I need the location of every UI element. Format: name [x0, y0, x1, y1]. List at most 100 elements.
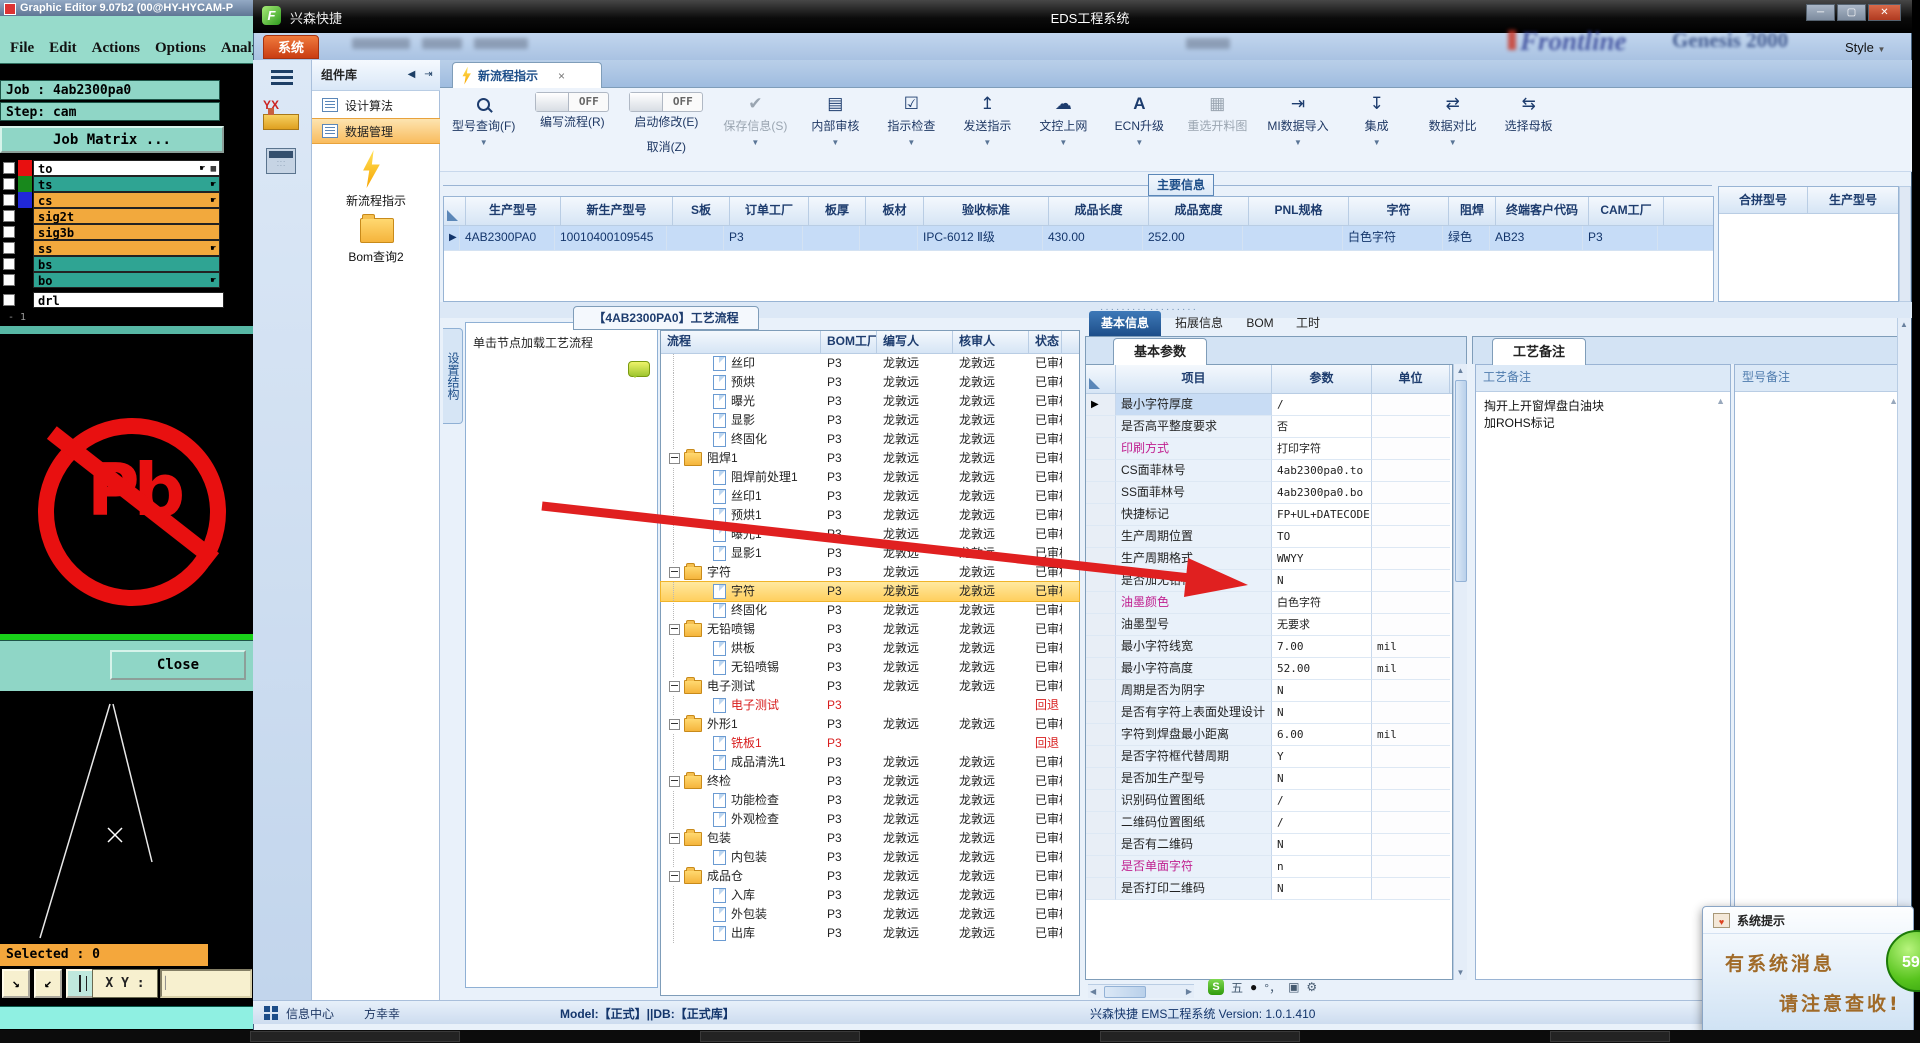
expand-icon[interactable]: [669, 871, 680, 882]
expand-icon[interactable]: [669, 833, 680, 844]
flow-row[interactable]: 出库 P3 龙敦远 龙敦远 已审核: [661, 924, 1079, 943]
toolbar-button-start-edit-toggle[interactable]: OFF 启动修改(E) 取消(Z): [629, 92, 704, 155]
minimize-button[interactable]: ─: [1806, 4, 1835, 21]
param-row[interactable]: 是否高平整度要求否: [1086, 416, 1452, 438]
flow-row[interactable]: 成品仓 P3 龙敦远 龙敦远 已审核: [661, 867, 1079, 886]
param-row[interactable]: 是否加无铅标记 N: [1086, 570, 1452, 592]
params-hscrollbar[interactable]: ◀ ▶: [1088, 984, 1194, 998]
tab-process-notes[interactable]: 工艺备注: [1492, 338, 1586, 365]
column-header[interactable]: 流程: [661, 331, 821, 353]
toolbar-button-select-motherboard[interactable]: ⇆ 选择母板: [1501, 92, 1557, 134]
toolbar-button-mi-data-import[interactable]: ⇥ MI数据导入 ▼: [1267, 92, 1328, 147]
scroll-down-icon[interactable]: ▼: [1454, 966, 1467, 980]
param-row[interactable]: ▶ 最小字符厚度 /: [1086, 394, 1452, 416]
toolbar-button-write-flow-toggle[interactable]: OFF 编写流程(R): [535, 92, 610, 130]
column-header[interactable]: 状态: [1029, 331, 1062, 353]
column-header[interactable]: S板: [673, 197, 730, 225]
toolbar-button-integrate[interactable]: ↧ 集成 ▼: [1349, 92, 1405, 147]
chevron-down-icon[interactable]: ▼: [907, 138, 915, 147]
ime-wubi-label[interactable]: 五: [1231, 979, 1243, 996]
tab-new-flow-instruction[interactable]: 新流程指示 ×: [452, 62, 602, 88]
calculator-icon[interactable]: [266, 148, 296, 174]
scroll-up-icon[interactable]: ▲: [1898, 318, 1910, 332]
toolbar-button-ecn-upgrade[interactable]: A ECN升级 ▼: [1111, 92, 1167, 147]
user-name[interactable]: 方幸幸: [364, 1005, 400, 1022]
scrollbar-thumb[interactable]: [1104, 986, 1146, 998]
params-vscrollbar[interactable]: ▲ ▼: [1453, 364, 1467, 980]
chevron-down-icon[interactable]: ▼: [1059, 138, 1067, 147]
tab-extended-info[interactable]: 拓展信息: [1163, 311, 1235, 336]
zoom-mode-button[interactable]: ↙: [34, 969, 62, 998]
layer-checkbox[interactable]: [0, 160, 18, 176]
maximize-button[interactable]: ▢: [1837, 4, 1866, 21]
system-message-popup[interactable]: ♥ 系统提示 有系统消息 请注意查收!: [1702, 906, 1914, 1034]
flow-row[interactable]: 内包装 P3 龙敦远 龙敦远 已审核: [661, 848, 1079, 867]
column-header[interactable]: 字符: [1349, 197, 1449, 225]
layer-checkbox[interactable]: [0, 224, 18, 240]
param-row[interactable]: 印刷方式 打印字符: [1086, 438, 1452, 460]
editor-menu-options[interactable]: Options: [155, 40, 206, 57]
layer-row-cs[interactable]: cs ☛: [0, 192, 220, 208]
select-all-icon[interactable]: [1089, 378, 1100, 389]
toolbar-button-data-compare[interactable]: ⇄ 数据对比 ▼: [1425, 92, 1481, 147]
param-row[interactable]: 是否加生产型号 N: [1086, 768, 1452, 790]
toggle-switch[interactable]: OFF: [535, 92, 610, 112]
toolbar-button-instruction-check[interactable]: ☑ 指示检查 ▼: [883, 92, 939, 147]
param-row[interactable]: 是否打印二维码 N: [1086, 878, 1452, 900]
column-header[interactable]: 生产型号: [466, 197, 561, 225]
column-header[interactable]: BOM工厂: [821, 331, 877, 353]
chevron-down-icon[interactable]: ▼: [1135, 138, 1143, 147]
editor-menu-file[interactable]: File: [10, 40, 34, 57]
flow-row[interactable]: 铣板1 P3 回退: [661, 734, 1079, 753]
process-notes-text[interactable]: 掏开上开窗焊盘白油块 加ROHS标记: [1476, 392, 1730, 438]
param-row[interactable]: 生产周期格式 WWYY: [1086, 548, 1452, 570]
yx-factory-icon[interactable]: YX: [263, 98, 303, 136]
ime-punctuation-icon[interactable]: °，: [1264, 979, 1281, 996]
tab-bom[interactable]: BOM: [1237, 311, 1283, 336]
flow-row[interactable]: 功能检查 P3 龙敦远 龙敦远 已审核: [661, 791, 1079, 810]
layer-checkbox[interactable]: [0, 192, 18, 208]
column-header[interactable]: 新生产型号: [561, 197, 673, 225]
flow-row[interactable]: 外包装 P3 龙敦远 龙敦远 已审核: [661, 905, 1079, 924]
editor-menu-edit[interactable]: Edit: [49, 40, 77, 57]
toolbar-button-internal-review[interactable]: ▤ 内部审核 ▼: [807, 92, 863, 147]
chevron-down-icon[interactable]: ▼: [831, 138, 839, 147]
expand-icon[interactable]: [669, 567, 680, 578]
layer-row-bo[interactable]: bo ☛: [0, 272, 220, 288]
flow-row[interactable]: 入库 P3 龙敦远 龙敦远 已审核: [661, 886, 1079, 905]
param-row[interactable]: SS面菲林号 4ab2300pa0.bo: [1086, 482, 1452, 504]
flow-row[interactable]: 电子测试 P3 龙敦远 龙敦远 已审核: [661, 677, 1079, 696]
column-header[interactable]: 成品宽度: [1149, 197, 1249, 225]
chevron-down-icon[interactable]: ▼: [1294, 138, 1302, 147]
editor-menu-actions[interactable]: Actions: [92, 40, 140, 57]
param-row[interactable]: 最小字符高度 52.00 mil: [1086, 658, 1452, 680]
scroll-right-icon[interactable]: ▶: [1186, 985, 1192, 999]
toolbar-button-doc-control-upload[interactable]: ☁ 文控上网 ▼: [1035, 92, 1091, 147]
flow-row[interactable]: 无铅喷锡 P3 龙敦远 龙敦远 已审核: [661, 658, 1079, 677]
flow-row[interactable]: 曝光1 P3 龙敦远 龙敦远 已审核: [661, 525, 1079, 544]
flow-row[interactable]: 成品清洗1 P3 龙敦远 龙敦远 已审核: [661, 753, 1079, 772]
expand-icon[interactable]: [669, 681, 680, 692]
column-header[interactable]: PNL规格: [1249, 197, 1349, 225]
chevron-down-icon[interactable]: ▼: [1449, 138, 1457, 147]
column-header[interactable]: 生产型号: [1808, 187, 1898, 213]
column-header[interactable]: 单位: [1372, 365, 1450, 393]
tile-windows-button[interactable]: [66, 969, 94, 998]
taskbar-item[interactable]: [1550, 1031, 1670, 1042]
layer-row-drl[interactable]: drl: [0, 292, 224, 308]
column-header[interactable]: 编写人: [877, 331, 953, 353]
info-center-label[interactable]: 信息中心: [286, 1005, 334, 1022]
column-header[interactable]: 参数: [1272, 365, 1372, 393]
scroll-up-icon[interactable]: ▲: [1716, 396, 1725, 406]
graphic-editor-titlebar[interactable]: Graphic Editor 9.07b2 (00@HY-HYCAM-P: [0, 0, 253, 16]
layer-checkbox[interactable]: [0, 272, 18, 288]
scrollbar-thumb[interactable]: [1455, 380, 1467, 582]
flow-row[interactable]: 终检 P3 龙敦远 龙敦远 已审核: [661, 772, 1079, 791]
param-row[interactable]: 最小字符线宽 7.00 mil: [1086, 636, 1452, 658]
column-header[interactable]: 订单工厂: [730, 197, 809, 225]
panel-back-icon[interactable]: ◀: [404, 66, 419, 83]
flow-row[interactable]: 预烘1 P3 龙敦远 龙敦远 已审核: [661, 506, 1079, 525]
column-header[interactable]: 板厚: [809, 197, 866, 225]
ime-fullwidth-icon[interactable]: ●: [1250, 980, 1257, 994]
flow-row[interactable]: 丝印 P3 龙敦远 龙敦远 已审核: [661, 354, 1079, 373]
